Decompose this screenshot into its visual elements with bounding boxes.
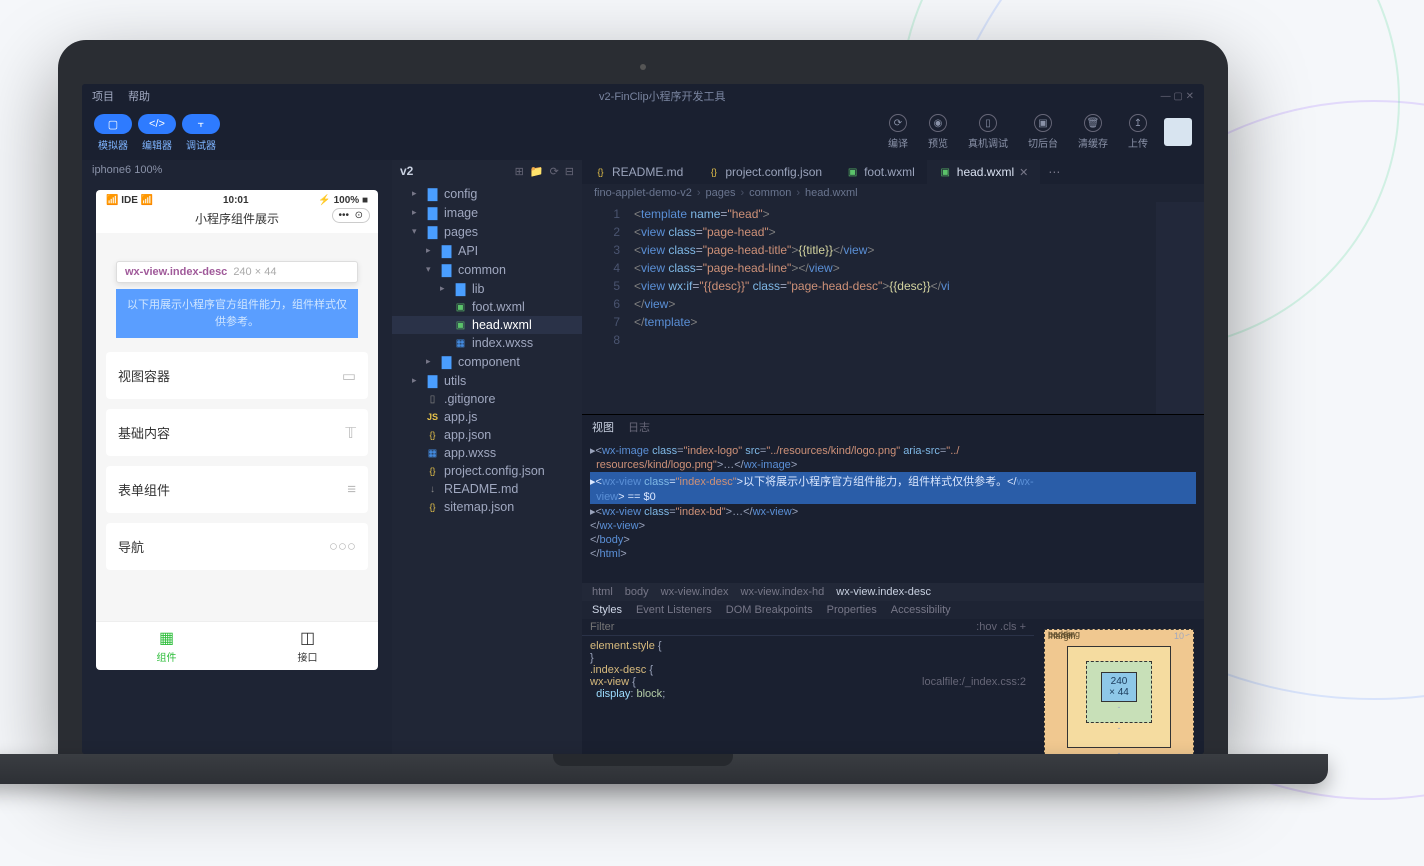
style-subtab[interactable]: Accessibility (891, 604, 951, 616)
style-subtab[interactable]: Properties (827, 604, 877, 616)
tree-item[interactable]: ▸▇utils (392, 371, 582, 390)
file-explorer: v2 ⊞ 📁 ⟳ ⊟ ▸▇config▸▇image▾▇pages▸▇API▾▇com… (392, 160, 582, 754)
tree-item[interactable]: ▸▇config (392, 184, 582, 203)
tree-item[interactable]: ▦app.wxss (392, 444, 582, 462)
capsule-button[interactable]: ••• ⊙ (332, 208, 370, 223)
list-item[interactable]: 表单组件≡ (106, 466, 368, 513)
tab-api[interactable]: ◫接口 (237, 622, 378, 670)
tree-item[interactable]: ▾▇pages (392, 222, 582, 241)
simulator-pane: iphone6 100% 📶 IDE 📶10:01⚡ 100% ■ 小程序组件展… (82, 160, 392, 754)
tree-item[interactable]: ▸▇API (392, 241, 582, 260)
tree-item[interactable]: ▯.gitignore (392, 390, 582, 408)
editor-tabs: {}README.md{}project.config.json▣foot.wx… (582, 160, 1204, 184)
editor-tab[interactable]: {}README.md (582, 160, 695, 184)
refresh-icon[interactable]: ⟳ (550, 165, 559, 178)
window-title: v2-FinClip小程序开发工具 (164, 88, 1161, 104)
window-controls[interactable]: — ▢ ✕ (1161, 91, 1194, 102)
tab-components[interactable]: ▦组件 (96, 622, 237, 670)
style-subtab[interactable]: DOM Breakpoints (726, 604, 813, 616)
css-rules[interactable]: element.style {}.index-desc {</span></di… (582, 636, 1034, 755)
new-folder-icon[interactable]: 📁 (530, 165, 544, 178)
tree-item[interactable]: {}sitemap.json (392, 498, 582, 516)
devtab-elements[interactable]: 视图 (592, 417, 614, 437)
tree-item[interactable]: ▦index.wxss (392, 334, 582, 352)
styles-tabs: Styles Event Listeners DOM Breakpoints Prop… (582, 601, 1204, 619)
editor-tab[interactable]: ▣foot.wxml (834, 160, 927, 184)
style-subtab[interactable]: Styles (592, 604, 622, 616)
devtab-console[interactable]: 日志 (628, 417, 650, 437)
toolbar: ▢模拟器 </>编辑器 ⫟调试器 ⟳编译 ◉预览 ▯真机调试 ▣切后台 🗑清缓存… (82, 108, 1204, 160)
mode-simulator[interactable]: ▢模拟器 (94, 114, 132, 152)
highlighted-element[interactable]: 以下用展示小程序官方组件能力，组件样式仅供参考。 (116, 289, 358, 338)
laptop-base (0, 754, 1328, 784)
mode-editor[interactable]: </>编辑器 (138, 114, 176, 152)
code-editor[interactable]: 1<template name="head">2 <view class="pa… (582, 202, 1204, 414)
list-item[interactable]: 视图容器▭ (106, 352, 368, 399)
minimap[interactable] (1156, 202, 1204, 414)
style-subtab[interactable]: Event Listeners (636, 604, 712, 616)
action-clear[interactable]: 🗑清缓存 (1078, 114, 1108, 150)
project-root[interactable]: v2 (400, 164, 413, 178)
devtools-pane: 视图 日志 ▸<wx-image class="index-logo" src=… (582, 414, 1204, 754)
user-avatar[interactable] (1164, 118, 1192, 146)
new-file-icon[interactable]: ⊞ (515, 165, 524, 178)
styles-filter-input[interactable] (590, 621, 976, 633)
collapse-icon[interactable]: ⊟ (565, 165, 574, 178)
action-compile[interactable]: ⟳编译 (888, 114, 908, 150)
tree-item[interactable]: ↓README.md (392, 480, 582, 498)
tree-item[interactable]: ▣head.wxml (392, 316, 582, 334)
camera-dot (640, 64, 646, 70)
tree-item[interactable]: ▾▇common (392, 260, 582, 279)
dom-tree[interactable]: ▸<wx-image class="index-logo" src="../re… (582, 439, 1204, 583)
tree-item[interactable]: ▸▇image (392, 203, 582, 222)
menu-project[interactable]: 项目 (92, 88, 114, 104)
action-remote[interactable]: ▯真机调试 (968, 114, 1008, 150)
box-model: margin10 border- padding- 240 × 44 - - - (1034, 619, 1204, 755)
tabs-overflow[interactable]: ⋯ (1040, 165, 1068, 179)
tree-item[interactable]: {}app.json (392, 426, 582, 444)
editor-tab[interactable]: ▣head.wxml✕ (927, 160, 1041, 184)
mode-debugger[interactable]: ⫟调试器 (182, 114, 220, 152)
inspect-tooltip: wx-view.index-desc240 × 44 (116, 261, 358, 283)
list-item[interactable]: 基础内容𝕋 (106, 409, 368, 456)
tree-item[interactable]: JSapp.js (392, 408, 582, 426)
tree-item[interactable]: ▸▇component (392, 352, 582, 371)
tree-item[interactable]: ▣foot.wxml (392, 298, 582, 316)
phone-navbar: 小程序组件展示 ••• ⊙ (96, 208, 378, 233)
close-icon[interactable]: ✕ (1019, 166, 1028, 179)
menu-help[interactable]: 帮助 (128, 88, 150, 104)
action-background[interactable]: ▣切后台 (1028, 114, 1058, 150)
breadcrumb[interactable]: fino-applet-demo-v2›pages›common›head.wx… (582, 184, 1204, 202)
styles-filter-actions[interactable]: :hov .cls + (976, 621, 1026, 633)
phone-tabbar: ▦组件 ◫接口 (96, 621, 378, 670)
phone-preview[interactable]: 📶 IDE 📶10:01⚡ 100% ■ 小程序组件展示 ••• ⊙ wx-vi… (96, 190, 378, 670)
dom-breadcrumb[interactable]: htmlbodywx-view.indexwx-view.index-hdwx-… (582, 583, 1204, 601)
list-item[interactable]: 导航○○○ (106, 523, 368, 570)
editor-tab[interactable]: {}project.config.json (695, 160, 834, 184)
action-preview[interactable]: ◉预览 (928, 114, 948, 150)
tree-item[interactable]: {}project.config.json (392, 462, 582, 480)
menu-bar: 项目 帮助 v2-FinClip小程序开发工具 — ▢ ✕ (82, 84, 1204, 108)
tree-item[interactable]: ▸▇lib (392, 279, 582, 298)
editor-pane: {}README.md{}project.config.json▣foot.wx… (582, 160, 1204, 754)
laptop-mockup: 项目 帮助 v2-FinClip小程序开发工具 — ▢ ✕ ▢模拟器 </>编辑… (58, 40, 1228, 784)
simulator-device-label: iphone6 100% (82, 160, 392, 180)
action-upload[interactable]: ↥上传 (1128, 114, 1148, 150)
phone-statusbar: 📶 IDE 📶10:01⚡ 100% ■ (96, 190, 378, 208)
ide-window: 项目 帮助 v2-FinClip小程序开发工具 — ▢ ✕ ▢模拟器 </>编辑… (82, 84, 1204, 754)
